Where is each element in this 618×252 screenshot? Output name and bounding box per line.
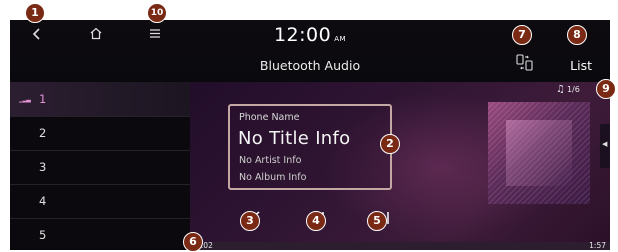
callout-marker: 7 xyxy=(512,25,532,45)
track-counter: ♫ 1/6 xyxy=(556,84,580,95)
track-title: No Title Info xyxy=(238,128,351,149)
list-item[interactable]: ▁▂▃ 1 xyxy=(10,82,190,117)
list-item-label: 3 xyxy=(39,160,47,174)
callout-marker: 9 xyxy=(596,79,616,99)
callout-marker: 2 xyxy=(380,134,400,154)
track-artist: No Artist Info xyxy=(239,155,302,166)
music-note-icon: ♫ xyxy=(556,84,565,95)
side-panel-handle[interactable]: ◀ xyxy=(600,124,610,168)
callout-marker: 1 xyxy=(25,3,45,23)
callout-marker: 5 xyxy=(367,211,387,231)
album-art xyxy=(488,102,590,204)
track-info-card: Phone Name No Title Info No Artist Info … xyxy=(228,104,392,190)
callout-marker: 3 xyxy=(240,211,260,231)
clock-time: 12:00 xyxy=(273,24,332,46)
callout-marker: 10 xyxy=(147,3,167,23)
phone-name: Phone Name xyxy=(239,112,300,123)
callout-marker: 8 xyxy=(567,25,587,45)
list-button[interactable]: List xyxy=(570,58,592,73)
list-item[interactable]: 5 xyxy=(10,218,190,250)
list-item[interactable]: 4 xyxy=(10,184,190,219)
list-item-label: 2 xyxy=(39,126,47,140)
list-item[interactable]: 3 xyxy=(10,150,190,185)
callout-marker: 6 xyxy=(183,232,203,252)
track-position: 1/6 xyxy=(566,85,580,94)
phone-change-icon[interactable] xyxy=(515,53,535,73)
total-time: 1:57 xyxy=(589,241,606,250)
list-item-label: 4 xyxy=(39,194,47,208)
list-item-label: 5 xyxy=(39,228,47,242)
signal-bars-icon: ▁▂▃ xyxy=(19,96,31,103)
callout-marker: 4 xyxy=(306,211,326,231)
clock-ampm: AM xyxy=(334,35,347,43)
album-art-highlight xyxy=(506,120,572,186)
progress-bar[interactable]: 0:02 1:57 xyxy=(190,241,610,250)
track-list: ▁▂▃ 1 2 3 4 5 xyxy=(10,82,190,250)
track-album: No Album Info xyxy=(239,172,307,183)
list-item-label: 1 xyxy=(39,92,47,106)
list-item[interactable]: 2 xyxy=(10,116,190,151)
caret-left-icon: ◀ xyxy=(602,140,608,148)
